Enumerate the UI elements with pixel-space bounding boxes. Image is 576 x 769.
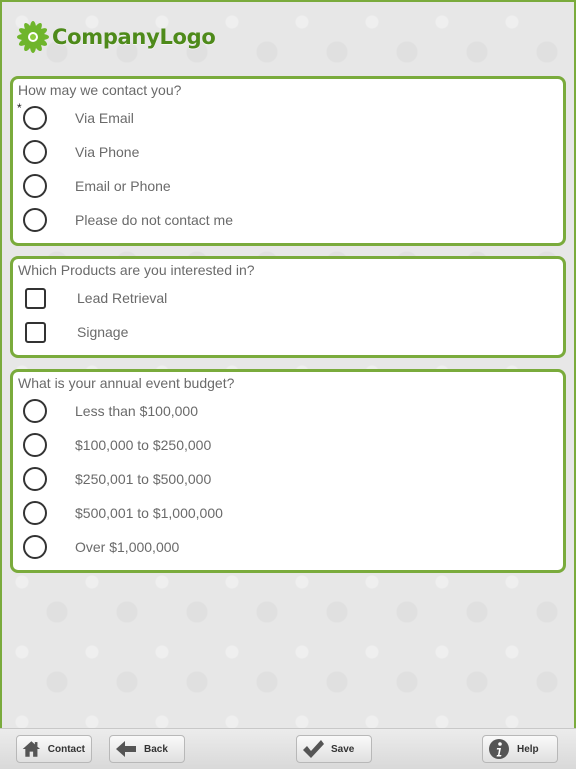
radio-button[interactable] <box>23 208 47 232</box>
radio-button[interactable] <box>23 433 47 457</box>
budget-card: What is your annual event budget? Less t… <box>10 369 566 573</box>
budget-option-1[interactable]: Less than $100,000 <box>23 397 198 425</box>
contact-button-label: Contact <box>47 743 85 755</box>
company-logo: CompanyLogo <box>16 20 216 54</box>
contact-button[interactable]: Contact <box>16 735 92 763</box>
budget-option-3[interactable]: $250,001 to $500,000 <box>23 465 211 493</box>
flower-logo-icon <box>17 21 49 53</box>
help-button[interactable]: Help <box>482 735 558 763</box>
budget-option-2[interactable]: $100,000 to $250,000 <box>23 431 211 459</box>
radio-button[interactable] <box>23 535 47 559</box>
option-label: $250,001 to $500,000 <box>75 471 212 487</box>
product-option-signage[interactable]: Signage <box>23 318 128 346</box>
option-label: Less than $100,000 <box>75 403 198 419</box>
bottom-toolbar: Contact Back Save Help <box>0 728 576 769</box>
checkbox[interactable] <box>25 287 46 309</box>
product-option-lead-retrieval[interactable]: Lead Retrieval <box>23 284 167 312</box>
option-label: Email or Phone <box>75 178 171 194</box>
back-button[interactable]: Back <box>109 735 185 763</box>
back-button-label: Back <box>144 743 168 755</box>
logo-text: CompanyLogo <box>52 25 216 49</box>
save-button-label: Save <box>331 743 355 755</box>
products-question: Which Products are you interested in? <box>18 262 255 278</box>
home-icon <box>22 741 41 757</box>
contact-option-email-or-phone[interactable]: Email or Phone <box>23 172 171 200</box>
option-label: Please do not contact me <box>75 212 233 228</box>
products-card: Which Products are you interested in? Le… <box>10 256 566 358</box>
radio-button[interactable] <box>23 399 47 423</box>
option-label: Via Email <box>75 110 134 126</box>
radio-button[interactable] <box>23 501 47 525</box>
option-label: $500,001 to $1,000,000 <box>75 505 223 521</box>
contact-option-phone[interactable]: Via Phone <box>23 138 139 166</box>
contact-option-email[interactable]: Via Email <box>23 104 134 132</box>
checkbox[interactable] <box>25 321 46 343</box>
budget-question: What is your annual event budget? <box>18 375 235 391</box>
radio-button[interactable] <box>23 174 47 198</box>
radio-button[interactable] <box>23 140 47 164</box>
contact-method-card: How may we contact you? * Via Email Via … <box>10 76 566 246</box>
option-label: Over $1,000,000 <box>75 539 180 555</box>
radio-button[interactable] <box>23 106 47 130</box>
option-label: $100,000 to $250,000 <box>75 437 212 453</box>
required-marker: * <box>17 101 22 115</box>
back-arrow-icon <box>116 741 136 757</box>
contact-question: How may we contact you? <box>18 82 182 98</box>
info-icon <box>489 739 509 759</box>
checkmark-icon <box>303 740 324 758</box>
radio-button[interactable] <box>23 467 47 491</box>
budget-option-4[interactable]: $500,001 to $1,000,000 <box>23 499 223 527</box>
app-frame: CompanyLogo How may we contact you? * Vi… <box>0 0 576 728</box>
save-button[interactable]: Save <box>296 735 372 763</box>
help-button-label: Help <box>517 743 539 755</box>
option-label: Via Phone <box>75 144 140 160</box>
option-label: Signage <box>77 324 129 340</box>
contact-option-none[interactable]: Please do not contact me <box>23 206 233 234</box>
budget-option-5[interactable]: Over $1,000,000 <box>23 533 179 561</box>
option-label: Lead Retrieval <box>77 290 168 306</box>
